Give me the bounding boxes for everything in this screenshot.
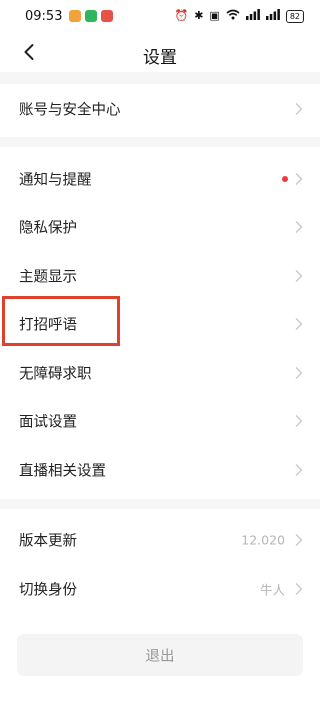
nav-bar: 设置: [0, 34, 320, 72]
settings-item-version[interactable]: 版本更新 12.020: [0, 516, 320, 564]
version-value: 12.020: [241, 532, 285, 548]
chevron-right-icon: [295, 103, 303, 115]
chevron-right-icon: [295, 464, 303, 476]
unread-dot: [282, 176, 288, 182]
hd-icon: ▣: [209, 9, 220, 22]
status-bar: 09:53 ⏰ ✱ ▣ 82: [0, 0, 320, 34]
battery-level: 82: [289, 11, 300, 21]
page-title: 设置: [143, 48, 177, 68]
alarm-icon: ⏰: [174, 9, 189, 22]
chevron-right-icon: [295, 583, 303, 595]
section-divider: [0, 499, 320, 509]
status-time: 09:53: [25, 9, 63, 24]
settings-item-notifications[interactable]: 通知与提醒: [0, 155, 320, 203]
settings-item-label: 切换身份: [19, 582, 77, 599]
app-notification-icon: [69, 10, 81, 22]
chevron-right-icon: [295, 270, 303, 282]
settings-item-label: 无障碍求职: [19, 366, 92, 383]
settings-item-label: 主题显示: [19, 269, 77, 286]
chevron-right-icon: [295, 367, 303, 379]
settings-item-label: 隐私保护: [19, 220, 77, 237]
settings-item-switch-identity[interactable]: 切换身份 牛人: [0, 565, 320, 613]
section-divider: [0, 137, 320, 147]
settings-item-label: 账号与安全中心: [19, 102, 121, 119]
chevron-right-icon: [295, 221, 303, 233]
highlight-box: [2, 296, 120, 346]
settings-item-interview[interactable]: 面试设置: [0, 397, 320, 445]
app-notification-icon: [85, 10, 97, 22]
app-notification-icon: [101, 10, 113, 22]
bluetooth-icon: ✱: [194, 9, 204, 22]
settings-item-accessibility[interactable]: 无障碍求职: [0, 349, 320, 397]
settings-item-label: 面试设置: [19, 414, 77, 431]
chevron-right-icon: [295, 534, 303, 546]
wifi-icon: [226, 9, 240, 23]
logout-button[interactable]: 退出: [17, 634, 303, 676]
settings-item-privacy[interactable]: 隐私保护: [0, 203, 320, 251]
settings-item-account-security[interactable]: 账号与安全中心: [0, 85, 320, 133]
settings-item-label: 通知与提醒: [19, 172, 92, 189]
settings-item-live[interactable]: 直播相关设置: [0, 446, 320, 494]
chevron-right-icon: [295, 318, 303, 330]
settings-item-theme[interactable]: 主题显示: [0, 252, 320, 300]
settings-item-label: 直播相关设置: [19, 463, 106, 480]
settings-item-label: 版本更新: [19, 533, 77, 550]
signal-icon: [245, 9, 260, 23]
signal-icon: [265, 9, 280, 23]
chevron-right-icon: [295, 415, 303, 427]
identity-value: 牛人: [259, 582, 285, 598]
status-icons: ⏰ ✱ ▣ 82: [174, 9, 304, 23]
section-divider: [0, 72, 320, 84]
chevron-right-icon: [295, 173, 303, 185]
battery-icon: 82: [285, 9, 304, 23]
